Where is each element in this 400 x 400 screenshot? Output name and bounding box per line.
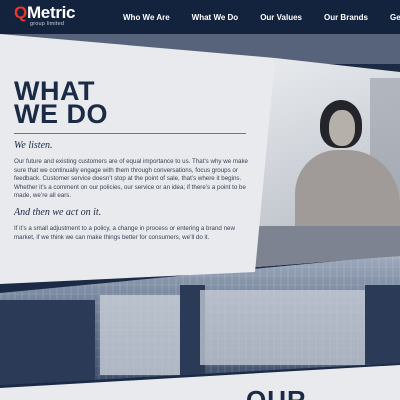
qmetric-logo[interactable]: QMetric group limited	[14, 3, 76, 28]
paragraph-listen: Our future and existing customers are of…	[14, 158, 248, 200]
building-left	[0, 300, 95, 385]
logo-q-letter: Q	[14, 3, 27, 22]
logo-metric-text: Metric	[26, 3, 76, 22]
subheading-we-listen: We listen.	[14, 140, 53, 151]
top-navigation-bar: QMetric group limited Who We Are What We…	[0, 0, 400, 34]
what-we-do-content: WHAT WE DO We listen. Our future and exi…	[14, 78, 250, 248]
nav-item-our-values[interactable]: Our Values	[260, 13, 302, 22]
title-divider	[14, 133, 246, 134]
logo-subtitle: group limited	[30, 21, 65, 27]
building-center-right	[200, 290, 370, 365]
paragraph-act: If it’s a small adjustment to a policy, …	[14, 224, 235, 241]
page-title: WHAT WE DO	[14, 78, 250, 129]
nav-item-get-in-touch[interactable]: Get In T	[390, 13, 400, 22]
subheading-act-on-it: And then we act on it.	[14, 206, 102, 218]
main-nav: Who We Are What We Do Our Values Our Bra…	[123, 0, 400, 34]
building-right	[365, 285, 400, 365]
nav-item-our-brands[interactable]: Our Brands	[324, 13, 368, 22]
photo-woman-face	[329, 110, 355, 146]
logo-wordmark: QMetric	[14, 3, 76, 22]
nav-item-who-we-are[interactable]: Who We Are	[123, 13, 170, 22]
title-line-2: WE DO	[14, 99, 108, 129]
building-center-left	[100, 295, 180, 375]
nav-item-what-we-do[interactable]: What We Do	[192, 13, 239, 22]
next-section-title: OUR	[246, 385, 307, 400]
